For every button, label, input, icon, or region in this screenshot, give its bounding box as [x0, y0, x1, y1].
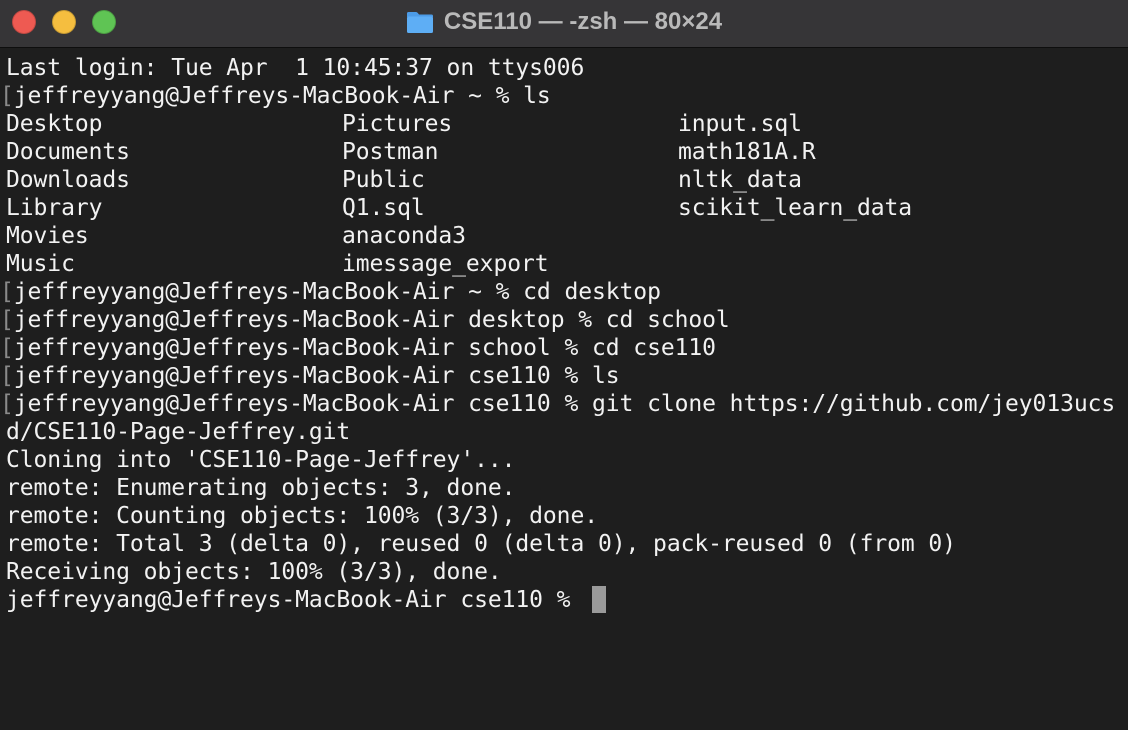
output-line: Receiving objects: 100% (3/3), done.	[6, 559, 502, 585]
prompt-line-ls: [jeffreyyang@Jeffreys-MacBook-Air ~ % ls	[0, 83, 551, 109]
last-login-line: Last login: Tue Apr 1 10:45:37 on ttys00…	[6, 55, 585, 81]
output-line: remote: Counting objects: 100% (3/3), do…	[6, 503, 598, 529]
prompt-line: [jeffreyyang@Jeffreys-MacBook-Air cse110…	[0, 391, 1116, 417]
ls-entry: Public	[342, 167, 425, 193]
ls-entry: Movies	[6, 223, 89, 249]
window-title-group: CSE110 — -zsh — 80×24	[0, 0, 1128, 44]
folder-icon	[406, 12, 433, 33]
ls-entry: Postman	[342, 139, 439, 165]
ls-entry: Pictures	[342, 111, 453, 137]
command-text: jeffreyyang@Jeffreys-MacBook-Air ~ % ls	[13, 83, 551, 109]
prompt-line: [jeffreyyang@Jeffreys-MacBook-Air ~ % cd…	[0, 279, 661, 305]
terminal-output[interactable]: Last login: Tue Apr 1 10:45:37 on ttys00…	[0, 54, 1128, 730]
ls-entry: Downloads	[6, 167, 130, 193]
current-prompt: jeffreyyang@Jeffreys-MacBook-Air cse110 …	[6, 587, 585, 613]
window-title: CSE110 — -zsh — 80×24	[443, 8, 723, 35]
command-text: jeffreyyang@Jeffreys-MacBook-Air school …	[13, 335, 716, 361]
ls-entry: anaconda3	[342, 223, 466, 249]
terminal-window: CSE110 — -zsh — 80×24 Last login: Tue Ap…	[0, 0, 1128, 730]
ls-entry: Desktop	[6, 111, 103, 137]
ls-entry: Documents	[6, 139, 130, 165]
prompt-line: [jeffreyyang@Jeffreys-MacBook-Air deskto…	[0, 307, 730, 333]
command-text: jeffreyyang@Jeffreys-MacBook-Air ~ % cd …	[13, 279, 661, 305]
command-text: jeffreyyang@Jeffreys-MacBook-Air cse110 …	[13, 391, 1116, 417]
prompt-line: [jeffreyyang@Jeffreys-MacBook-Air cse110…	[0, 363, 620, 389]
ls-entry: Q1.sql	[342, 195, 425, 221]
prompt-line: [jeffreyyang@Jeffreys-MacBook-Air school…	[0, 335, 716, 361]
command-text: jeffreyyang@Jeffreys-MacBook-Air cse110 …	[13, 363, 620, 389]
output-line: remote: Enumerating objects: 3, done.	[6, 475, 516, 501]
output-line: Cloning into 'CSE110-Page-Jeffrey'...	[6, 447, 516, 473]
ls-entry: Music	[6, 251, 75, 277]
output-line: remote: Total 3 (delta 0), reused 0 (del…	[6, 531, 956, 557]
command-text: jeffreyyang@Jeffreys-MacBook-Air desktop…	[13, 307, 730, 333]
ls-entry: scikit_learn_data	[678, 195, 913, 221]
title-bar[interactable]: CSE110 — -zsh — 80×24	[0, 0, 1128, 48]
ls-entry: math181A.R	[678, 139, 816, 165]
ls-entry: nltk_data	[678, 167, 802, 193]
wrapped-command-line: d/CSE110-Page-Jeffrey.git	[6, 419, 351, 445]
text-cursor	[592, 586, 607, 613]
ls-entry: imessage_export	[342, 251, 549, 277]
ls-entry: Library	[6, 195, 103, 221]
current-prompt-line[interactable]: jeffreyyang@Jeffreys-MacBook-Air cse110 …	[6, 586, 607, 614]
ls-entry: input.sql	[678, 111, 802, 137]
